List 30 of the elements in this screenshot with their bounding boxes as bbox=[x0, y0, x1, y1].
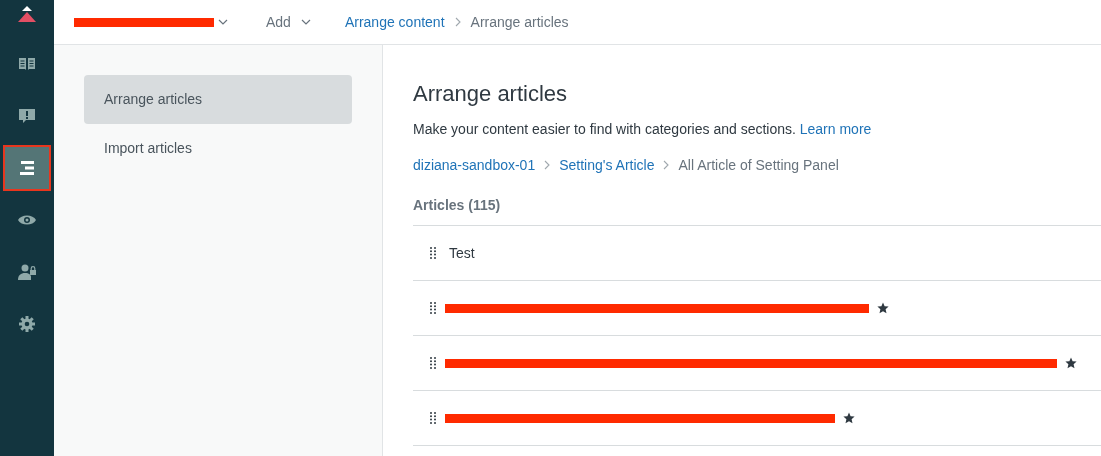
breadcrumb-current: All Article of Setting Panel bbox=[678, 157, 839, 173]
description-text: Make your content easier to find with categories and sections. Learn more bbox=[413, 121, 873, 137]
breadcrumb-link[interactable]: diziana-sandbox-01 bbox=[413, 157, 536, 173]
side-menu-item[interactable]: Import articles bbox=[84, 124, 352, 173]
article-row[interactable]: Test bbox=[413, 226, 1101, 281]
breadcrumb-link[interactable]: Arrange content bbox=[344, 14, 445, 30]
page-title: Arrange articles bbox=[413, 81, 569, 107]
nav-item[interactable] bbox=[3, 145, 51, 191]
chevron-icon bbox=[454, 17, 461, 27]
drag-handle-icon bbox=[429, 356, 437, 370]
drag-handle-icon bbox=[429, 301, 437, 315]
book-icon bbox=[18, 55, 36, 73]
chevron-icon bbox=[663, 160, 670, 170]
caret-icon bbox=[300, 19, 311, 25]
side-menu-item[interactable]: Arrange articles bbox=[84, 75, 352, 124]
breadcrumb-link[interactable]: Setting's Article bbox=[559, 157, 655, 173]
drag-handle-icon bbox=[429, 411, 437, 425]
drag-handle-icon bbox=[429, 246, 437, 260]
articles-heading: Articles (115) bbox=[413, 197, 502, 213]
learn-more-link[interactable]: Learn more bbox=[799, 121, 872, 137]
logo-icon bbox=[17, 6, 37, 24]
settings-icon bbox=[18, 315, 36, 333]
breadcrumb-current: Arrange articles bbox=[470, 14, 569, 30]
arrange-icon bbox=[18, 159, 36, 177]
user-lock-icon bbox=[18, 263, 36, 281]
add-menu[interactable]: Add bbox=[266, 14, 311, 30]
chevron-icon bbox=[544, 160, 551, 170]
alert-icon bbox=[18, 107, 36, 125]
caret-icon bbox=[218, 19, 228, 25]
article-title: Test bbox=[449, 245, 475, 261]
